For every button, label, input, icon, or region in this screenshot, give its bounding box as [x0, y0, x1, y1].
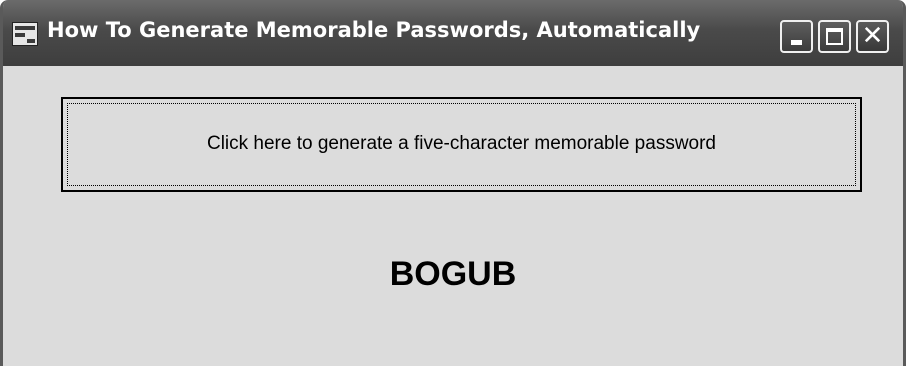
app-icon[interactable]: [12, 22, 38, 46]
window-title: How To Generate Memorable Passwords, Aut…: [47, 18, 701, 42]
maximize-icon: [826, 28, 843, 45]
generate-password-button[interactable]: Click here to generate a five-character …: [61, 97, 862, 192]
minimize-icon: [791, 40, 802, 45]
close-icon: ✕: [861, 21, 884, 51]
generated-password-label: BOGUB: [389, 255, 517, 293]
maximize-button[interactable]: [818, 20, 851, 53]
generate-password-button-label: Click here to generate a five-character …: [206, 133, 716, 154]
close-button[interactable]: ✕: [856, 20, 889, 53]
minimize-button[interactable]: [780, 20, 813, 53]
title-bar[interactable]: How To Generate Memorable Passwords, Aut…: [3, 0, 903, 66]
app-window: How To Generate Memorable Passwords, Aut…: [0, 0, 906, 366]
client-area: Click here to generate a five-character …: [3, 66, 903, 366]
